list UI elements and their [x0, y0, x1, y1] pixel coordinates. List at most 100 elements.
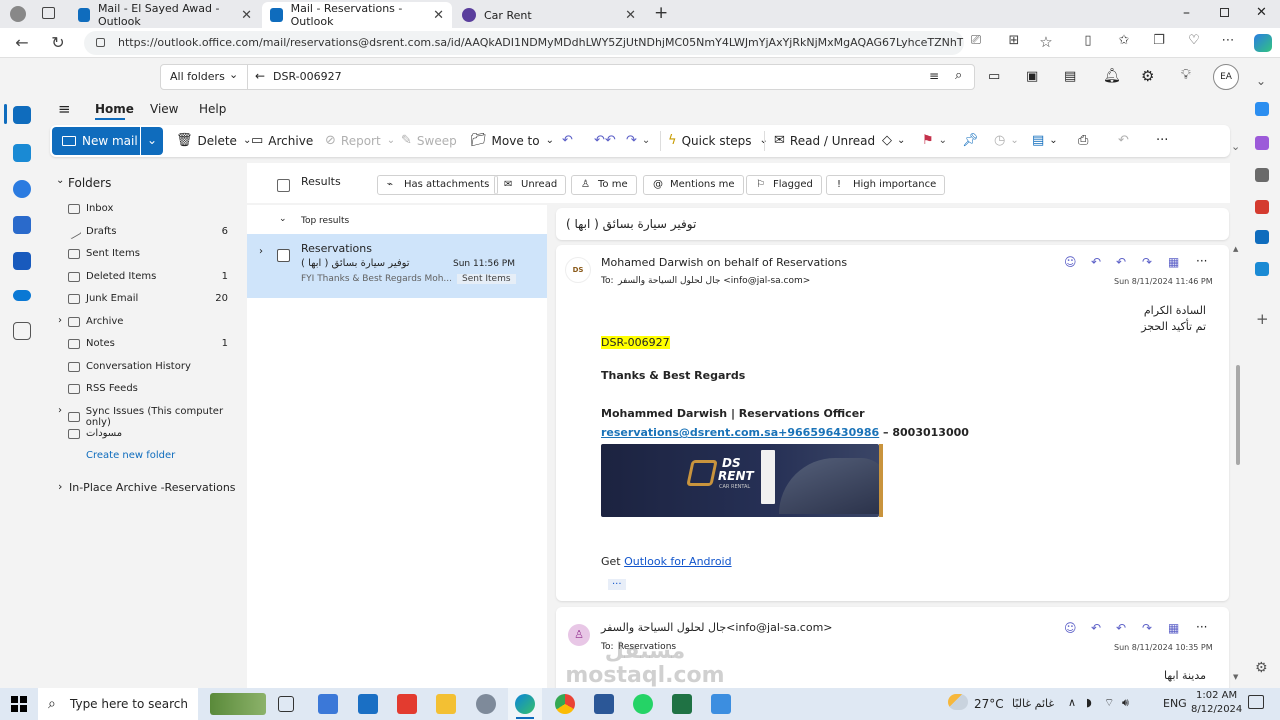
tab-view[interactable]: View — [150, 102, 178, 116]
folder-arabic-drafts[interactable]: مسودات — [68, 428, 228, 439]
forward-icon[interactable]: ↷ — [1142, 255, 1152, 269]
windows-start-icon[interactable] — [11, 696, 27, 712]
close-icon[interactable]: ✕ — [241, 8, 252, 23]
gear-icon[interactable]: ⚙ — [1141, 67, 1154, 85]
message-from[interactable]: جال لحلول السياحة والسفر<info@jal-sa.com… — [601, 621, 833, 634]
folder-sync-issues[interactable]: Sync Issues (This computer only) — [68, 406, 248, 428]
favorites-icon[interactable]: ✩ — [1114, 33, 1134, 48]
emoji-reaction-icon[interactable]: ☺ — [1064, 621, 1077, 635]
pin-button[interactable]: 📌︎ — [962, 133, 984, 148]
search-highlight-icon[interactable] — [210, 693, 266, 715]
language-indicator[interactable]: ENG — [1163, 697, 1187, 710]
url-field[interactable]: https://outlook.office.com/mail/reservat… — [84, 31, 964, 55]
snooze-button[interactable]: ◷ ⌄ — [994, 133, 1019, 148]
photos-icon[interactable] — [711, 694, 731, 714]
notifications-icon[interactable] — [1248, 695, 1264, 709]
mail-icon[interactable] — [13, 106, 31, 124]
settings-more-icon[interactable]: ⋯ — [1218, 33, 1238, 48]
sidebar-games-icon[interactable] — [1255, 168, 1269, 182]
refresh-icon[interactable]: ↻ — [48, 33, 68, 52]
forward-button[interactable]: ↷ ⌄ — [626, 133, 650, 148]
back-icon[interactable]: ← — [12, 33, 32, 52]
folder-inbox[interactable]: Inbox — [68, 203, 228, 214]
apps-icon[interactable]: ⊞ — [1004, 33, 1024, 48]
chevron-right-icon[interactable]: › — [58, 480, 62, 493]
sweep-button[interactable]: ✎ Sweep — [401, 133, 457, 148]
chevron-right-icon[interactable]: › — [58, 315, 62, 326]
show-more-button[interactable]: ··· — [608, 579, 626, 590]
sidebar-outlook-icon[interactable] — [1255, 230, 1269, 244]
chip-unread[interactable]: ✉ Unread — [494, 175, 567, 195]
read-unread-button[interactable]: ✉ Read / Unread — [774, 133, 875, 148]
add-icon[interactable]: + — [1256, 310, 1269, 328]
folder-archive[interactable]: Archive — [68, 316, 228, 327]
move-to-button[interactable]: 📁︎ Move to ⌄ — [470, 133, 554, 148]
word-app-icon[interactable] — [594, 694, 614, 714]
notifications-icon[interactable]: 🔔︎ — [1103, 68, 1121, 84]
excel-icon[interactable] — [672, 694, 692, 714]
clock-time[interactable]: 1:02 AM — [1196, 690, 1237, 701]
print-button[interactable]: ⎙ — [1078, 133, 1093, 148]
tray-chevron-icon[interactable]: ∧ — [1068, 696, 1076, 709]
chevron-right-icon[interactable]: › — [259, 246, 263, 257]
folder-rss[interactable]: RSS Feeds — [68, 383, 228, 394]
weather-icon[interactable] — [948, 694, 968, 710]
tab-help[interactable]: Help — [199, 102, 226, 116]
folder-drafts[interactable]: Drafts 6 — [66, 224, 228, 239]
create-folder-link[interactable]: Create new folder — [86, 450, 175, 461]
scrollbar-thumb[interactable] — [1236, 365, 1240, 465]
search-box[interactable]: All folders ⌄ ← DSR-006927 ≡ ⌕ — [160, 64, 975, 90]
collapse-ribbon-icon[interactable]: ⌄ — [1231, 140, 1240, 153]
filter-icon[interactable]: ≡ — [929, 69, 939, 83]
new-mail-dropdown[interactable]: ⌄ — [141, 127, 163, 155]
favorite-star-icon[interactable]: ☆ — [1036, 33, 1056, 51]
onedrive-icon[interactable] — [13, 290, 31, 301]
reply-icon[interactable]: ↶ — [1091, 255, 1101, 269]
delete-button[interactable]: 🗑︎ Delete ⌄ — [176, 133, 251, 148]
reply-icon[interactable]: ↶ — [1091, 621, 1101, 635]
tab-home[interactable]: Home — [95, 102, 134, 116]
tab-car-rent[interactable]: Car Rent ✕ — [454, 2, 644, 28]
collections-icon[interactable]: ❐ — [1149, 33, 1169, 48]
reader-icon[interactable]: ⎚ — [966, 33, 986, 48]
sidebar-app-icon[interactable] — [1255, 102, 1269, 116]
outlook-android-link[interactable]: Outlook for Android — [624, 555, 731, 568]
emoji-reaction-icon[interactable]: ☺ — [1064, 255, 1077, 269]
chevron-down-icon[interactable]: ⌄ — [56, 175, 64, 186]
scroll-up-icon[interactable]: ▲ — [1233, 245, 1238, 253]
file-explorer-icon[interactable] — [436, 694, 456, 714]
more-options-button[interactable]: ··· — [1156, 133, 1173, 148]
report-button[interactable]: ⊘ Report ⌄ — [325, 133, 395, 148]
network-icon[interactable]: ◗ — [1086, 696, 1092, 709]
phone-link[interactable]: +966596430986 — [778, 426, 879, 439]
chevron-down-icon[interactable]: ⌄ — [279, 214, 287, 224]
calendar-icon[interactable] — [13, 144, 31, 162]
tab-actions-icon[interactable] — [42, 7, 55, 19]
taskbar-search[interactable]: ⌕ Type here to search — [38, 688, 198, 720]
more-icon[interactable]: ··· — [1196, 254, 1207, 268]
categorize-button[interactable]: ◇ ⌄ — [882, 133, 905, 148]
in-place-archive[interactable]: In-Place Archive -Reservations — [69, 481, 236, 494]
folder-conversation-history[interactable]: Conversation History — [68, 361, 228, 372]
chevron-right-icon[interactable]: › — [58, 405, 62, 416]
chrome-icon[interactable] — [555, 694, 575, 714]
chip-to-me[interactable]: ♙ To me — [571, 175, 637, 195]
browser-essentials-icon[interactable]: ♡ — [1184, 33, 1204, 48]
new-mail-button[interactable]: New mail — [52, 127, 140, 155]
mail-app-icon[interactable] — [358, 694, 378, 714]
folder-selector[interactable]: All folders — [170, 70, 225, 83]
chevron-down-icon[interactable]: ⌄ — [229, 68, 238, 81]
word-icon[interactable] — [13, 252, 31, 270]
chip-has-attachments[interactable]: ⌁ Has attachments — [377, 175, 499, 195]
volume-icon[interactable]: 🔊︎ — [1122, 696, 1129, 710]
avatar[interactable]: EA — [1213, 64, 1239, 90]
store-icon[interactable] — [318, 694, 338, 714]
chip-flagged[interactable]: ⚐ Flagged — [746, 175, 822, 195]
sidebar-tools-icon[interactable] — [1255, 136, 1269, 150]
new-tab-icon[interactable]: + — [654, 3, 668, 23]
weather-temp[interactable]: 27°C — [974, 697, 1004, 711]
customize-gear-icon[interactable]: ⚙ — [1255, 660, 1268, 676]
email-link[interactable]: reservations@dsrent.com.sa — [601, 426, 778, 439]
chip-high-importance[interactable]: ! High importance — [826, 175, 946, 195]
sidebar-office-icon[interactable] — [1255, 200, 1269, 214]
